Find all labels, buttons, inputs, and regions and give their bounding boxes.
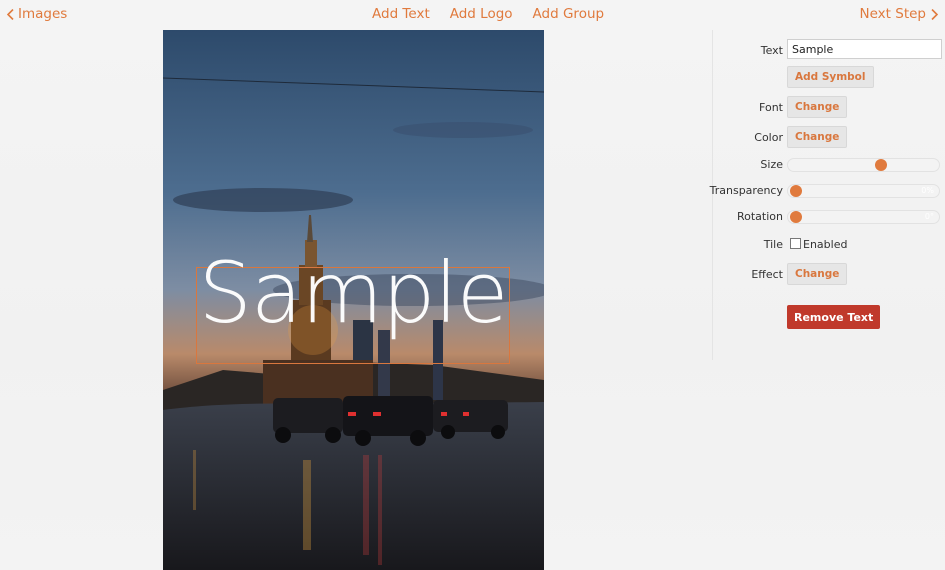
overlay-sample-text[interactable]: Sample <box>196 251 510 335</box>
tile-checkbox[interactable] <box>790 238 801 249</box>
size-label: Size <box>760 158 783 171</box>
size-row: Size <box>713 153 945 177</box>
rotation-slider[interactable]: 0° <box>787 210 940 224</box>
next-label: Next Step <box>859 6 926 22</box>
text-properties-panel: Text Add Symbol Font Change Color Change… <box>709 30 945 360</box>
size-slider-knob[interactable] <box>874 159 887 171</box>
rotation-value: 0° <box>924 212 934 221</box>
add-symbol-button[interactable]: Add Symbol <box>787 66 874 88</box>
tile-enabled-label[interactable]: Enabled <box>803 238 847 251</box>
transparency-label: Transparency <box>709 184 783 197</box>
transparency-value: 0% <box>921 186 934 195</box>
chevron-right-icon <box>931 8 938 20</box>
color-label: Color <box>754 131 783 144</box>
text-row: Text <box>713 39 945 63</box>
color-change-button[interactable]: Change <box>787 126 848 148</box>
rotation-row: Rotation 0° <box>713 205 945 229</box>
text-input[interactable] <box>787 39 942 59</box>
add-actions: Add Text Add Logo Add Group <box>372 6 604 22</box>
size-slider[interactable] <box>787 158 940 172</box>
add-logo-link[interactable]: Add Logo <box>450 6 513 22</box>
effect-label: Effect <box>751 268 783 281</box>
tile-row: Tile Enabled <box>713 233 945 257</box>
effect-row: Effect Change <box>713 263 945 287</box>
back-label: Images <box>18 6 68 22</box>
next-step-link[interactable]: Next Step <box>860 6 938 22</box>
font-row: Font Change <box>713 96 945 120</box>
text-label: Text <box>760 44 783 57</box>
top-nav: Images Add Text Add Logo Add Group Next … <box>0 0 945 30</box>
tile-label: Tile <box>763 238 783 251</box>
rotation-slider-knob[interactable] <box>790 211 802 223</box>
transparency-slider-knob[interactable] <box>790 185 802 197</box>
add-symbol-row: Add Symbol <box>713 66 945 90</box>
font-label: Font <box>759 101 783 114</box>
remove-row: Remove Text <box>713 305 945 329</box>
font-change-button[interactable]: Change <box>787 96 848 118</box>
add-group-link[interactable]: Add Group <box>533 6 605 22</box>
effect-change-button[interactable]: Change <box>787 263 848 285</box>
back-to-images-link[interactable]: Images <box>7 6 67 22</box>
add-text-link[interactable]: Add Text <box>372 6 430 22</box>
transparency-row: Transparency 0% <box>709 179 945 203</box>
rotation-label: Rotation <box>736 210 783 223</box>
color-row: Color Change <box>713 126 945 150</box>
transparency-slider[interactable]: 0% <box>787 184 940 198</box>
chevron-left-icon <box>7 8 14 20</box>
remove-text-button[interactable]: Remove Text <box>787 305 881 329</box>
